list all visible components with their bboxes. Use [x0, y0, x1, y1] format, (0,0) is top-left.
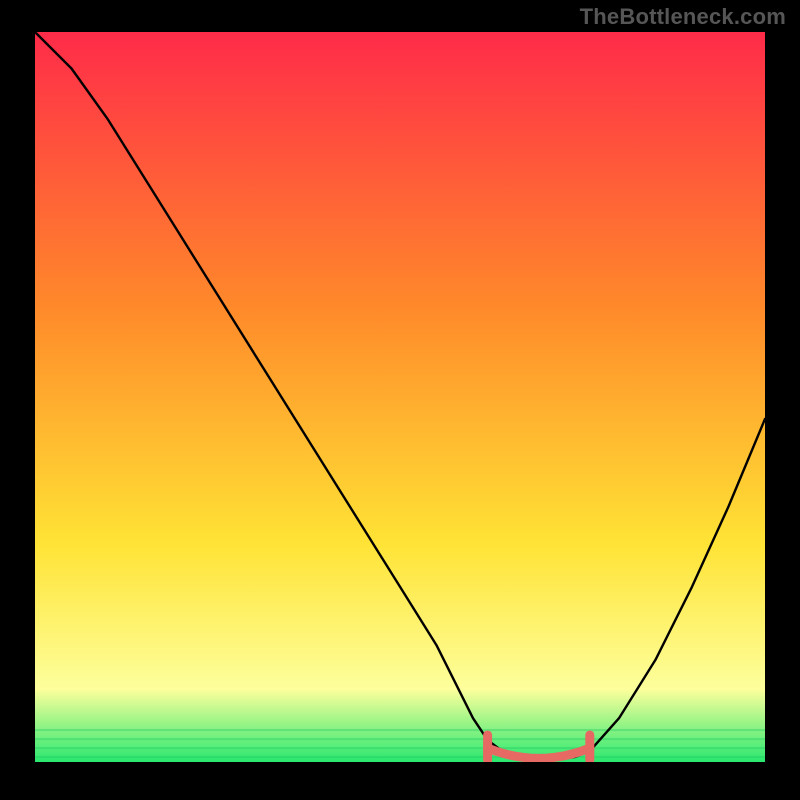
chart-frame: TheBottleneck.com	[0, 0, 800, 800]
bottleneck-plot	[35, 32, 765, 762]
watermark-text: TheBottleneck.com	[580, 4, 786, 30]
plot-svg	[35, 32, 765, 762]
